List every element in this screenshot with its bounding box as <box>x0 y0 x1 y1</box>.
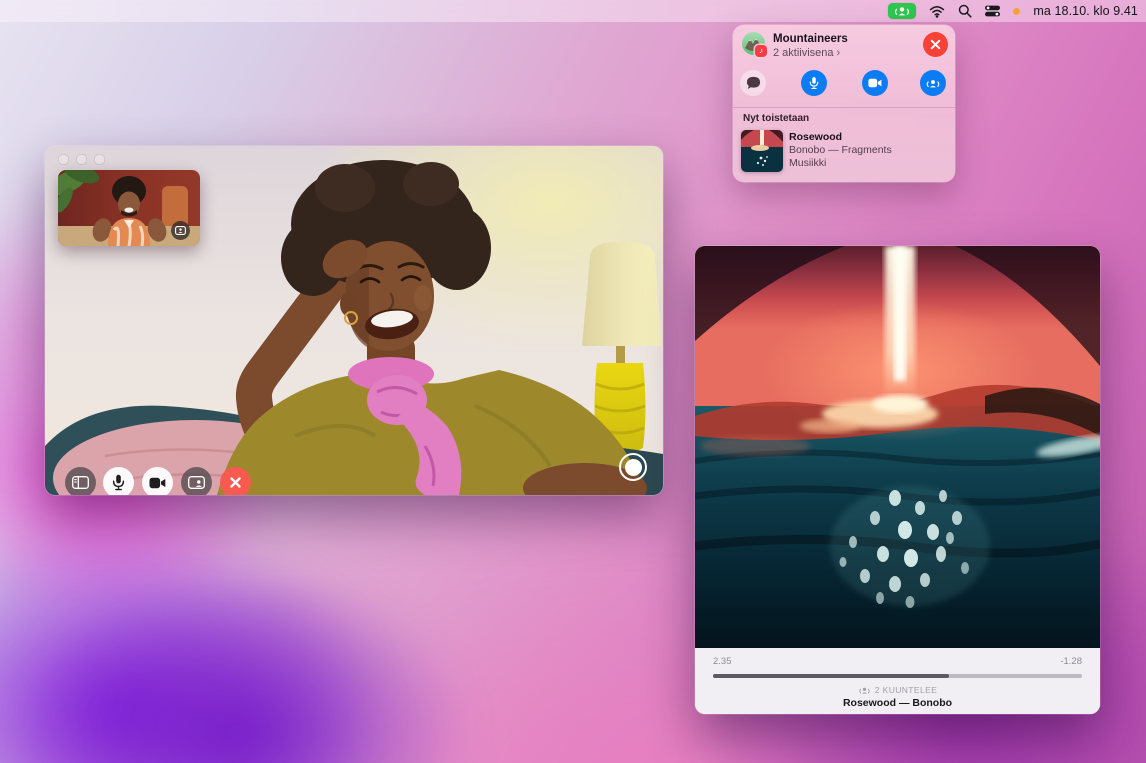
facetime-window <box>45 146 663 495</box>
remaining-time: -1.28 <box>1060 656 1082 667</box>
player-bar: 2.35 -1.28 2 KUUNTELEE Rosewood — Bonobo <box>695 648 1100 714</box>
now-playing-thumbnail[interactable] <box>741 130 783 172</box>
control-center-icon[interactable] <box>985 0 1000 22</box>
track-title-line: Rosewood — Bonobo <box>695 697 1100 709</box>
music-player-window: 2.35 -1.28 2 KUUNTELEE Rosewood — Bonobo <box>695 246 1100 714</box>
chevron-right-icon: › <box>837 47 841 59</box>
menu-clock[interactable]: ma 18.10. klo 9.41 <box>1033 0 1138 22</box>
album-art <box>695 246 1100 648</box>
listeners-row: 2 KUUNTELEE <box>695 685 1100 695</box>
sidebar-toggle-button[interactable] <box>65 467 96 495</box>
group-avatar: ♪ <box>742 32 765 55</box>
shutter-inner-circle <box>625 459 642 476</box>
video-call-button[interactable] <box>862 70 888 96</box>
music-note-badge: ♪ <box>755 45 767 57</box>
shareplay-button[interactable] <box>920 70 946 96</box>
now-playing-label: Nyt toistetaan <box>743 113 809 124</box>
shareplay-status-icon[interactable] <box>888 3 916 19</box>
chat-bubble-icon <box>746 76 761 90</box>
capture-photo-button[interactable] <box>619 453 647 481</box>
shareplay-icon <box>925 78 941 89</box>
track-artist-album: Bonobo — Fragments <box>789 144 892 157</box>
camera-toggle-button[interactable] <box>142 467 173 495</box>
progress-fill <box>713 674 949 678</box>
popup-divider <box>733 107 955 108</box>
end-call-button[interactable] <box>220 467 251 495</box>
mute-microphone-button[interactable] <box>103 467 134 495</box>
wallpaper-swirl <box>0 493 570 763</box>
shareplay-listeners-icon <box>858 686 871 695</box>
pip-person-badge-icon <box>171 221 190 240</box>
listeners-label: 2 KUUNTELEE <box>875 685 938 695</box>
close-window-button[interactable] <box>58 154 69 165</box>
menu-bar: ma 18.10. klo 9.41 <box>0 0 1146 22</box>
now-playing-info: Rosewood Bonobo — Fragments Musiikki <box>789 131 892 170</box>
screen-share-button[interactable] <box>181 467 212 495</box>
active-participants-link[interactable]: 2 aktiivisena› <box>773 47 840 59</box>
desktop: ma 18.10. klo 9.41 <box>0 0 1146 763</box>
recording-indicator-dot <box>1013 8 1020 15</box>
group-name: Mountaineers <box>773 33 848 45</box>
search-icon[interactable] <box>958 0 972 22</box>
camera-icon <box>868 78 882 88</box>
minimize-window-button[interactable] <box>76 154 87 165</box>
traffic-lights <box>58 154 105 165</box>
progress-bar[interactable] <box>713 674 1082 678</box>
mic-icon <box>809 76 819 90</box>
self-video-pip[interactable] <box>58 170 200 246</box>
zoom-window-button[interactable] <box>94 154 105 165</box>
close-popup-button[interactable] <box>923 32 948 57</box>
wifi-icon[interactable] <box>929 0 945 22</box>
microphone-button[interactable] <box>801 70 827 96</box>
elapsed-time: 2.35 <box>713 656 732 667</box>
track-app: Musiikki <box>789 157 892 170</box>
shareplay-popup: ♪ Mountaineers 2 aktiivisena› <box>733 25 955 182</box>
track-title: Rosewood <box>789 131 892 144</box>
messages-button[interactable] <box>740 70 766 96</box>
